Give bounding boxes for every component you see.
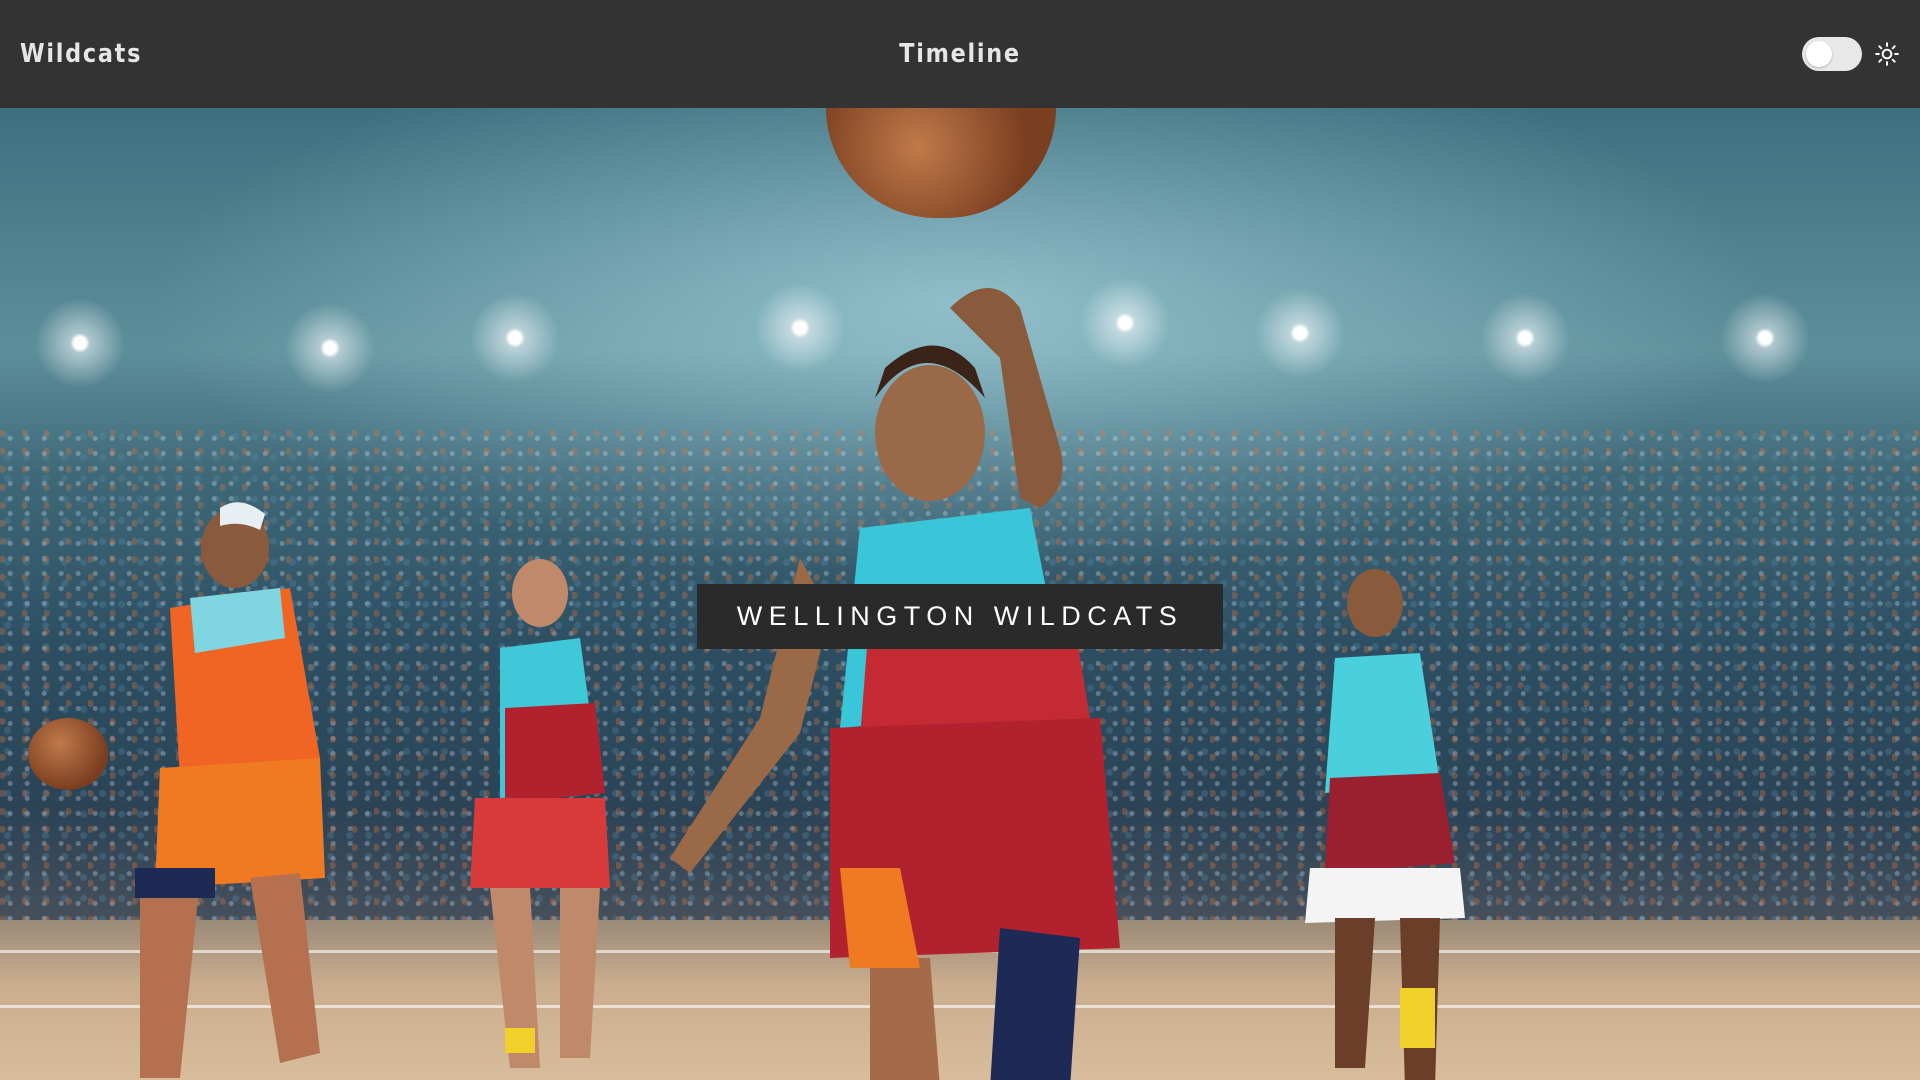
player-right: [1305, 569, 1465, 1080]
arena-light: [35, 298, 125, 388]
player-center: [670, 288, 1120, 1080]
arena-light: [1720, 293, 1810, 383]
arena-light: [1480, 293, 1570, 383]
top-navigation-bar: Wildcats Timeline: [0, 0, 1920, 108]
nav-link-timeline[interactable]: Timeline: [899, 39, 1021, 69]
basketball-left: [28, 718, 108, 790]
theme-controls: [1802, 37, 1900, 71]
arena-light: [470, 293, 560, 383]
hero-title: WELLINGTON WILDCATS: [697, 584, 1223, 649]
basketball-center: [826, 108, 1056, 218]
hero-background-image: WELLINGTON WILDCATS: [0, 108, 1920, 1080]
arena-light: [285, 303, 375, 393]
brand-link[interactable]: Wildcats: [20, 39, 142, 69]
theme-toggle[interactable]: [1802, 37, 1862, 71]
player-center-left: [470, 559, 610, 1068]
arena-light: [1255, 288, 1345, 378]
toggle-knob: [1806, 41, 1832, 67]
sun-icon: [1875, 42, 1899, 66]
